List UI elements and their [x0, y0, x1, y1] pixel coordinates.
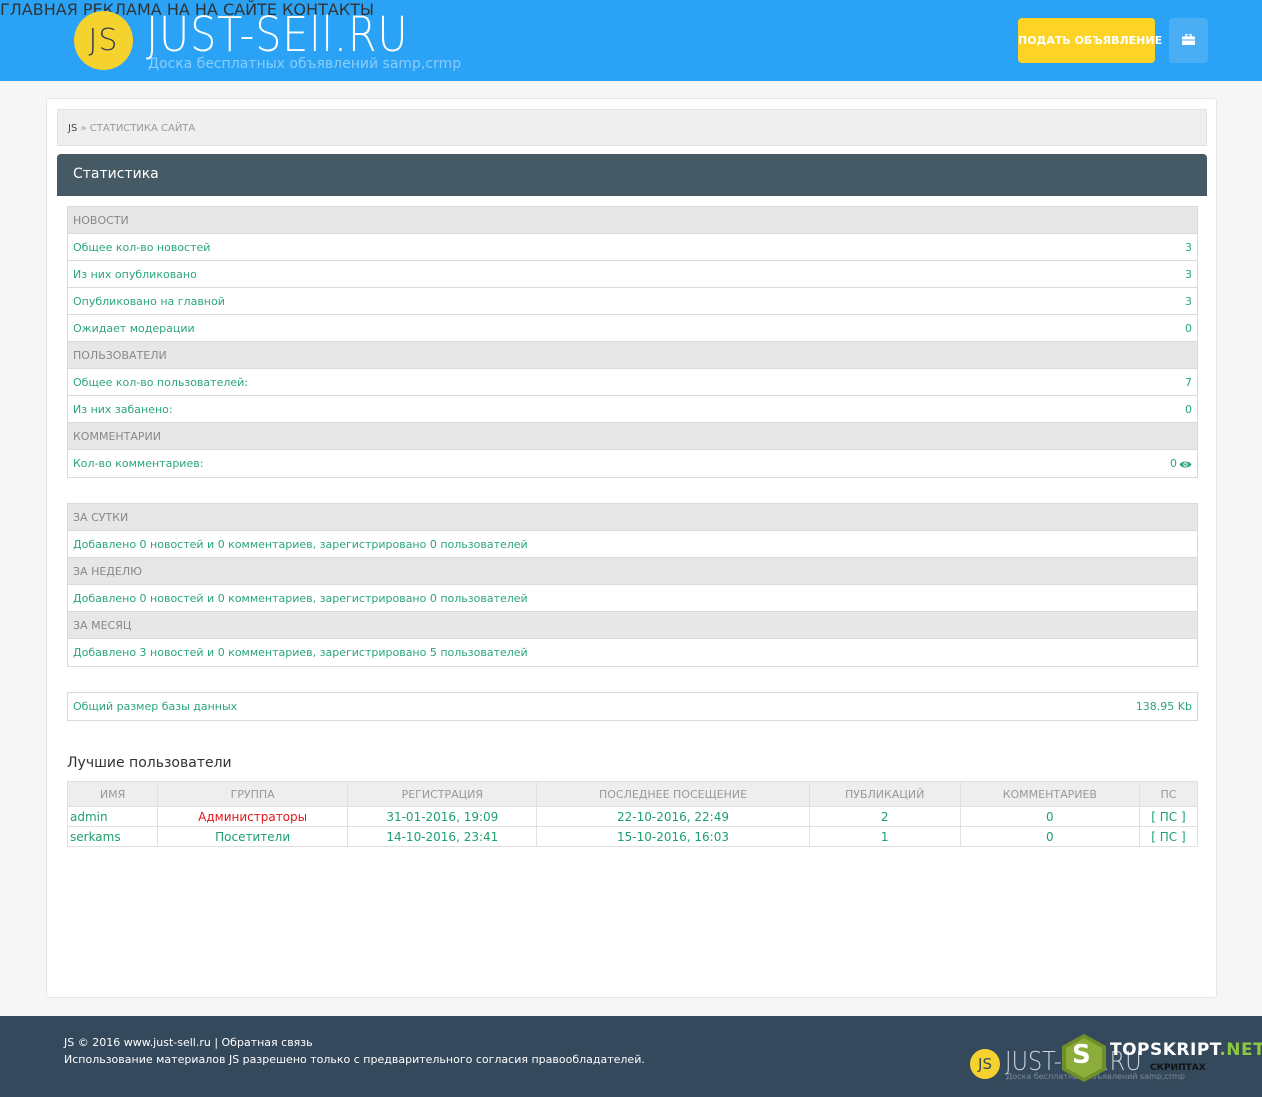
- user-posts: 2: [808, 806, 961, 827]
- stat-row: Общее кол-во пользователей: 7: [68, 369, 1197, 396]
- pm-link[interactable]: [ ПС ]: [1138, 826, 1199, 847]
- watermark-name-dot: .NET: [1219, 1040, 1262, 1060]
- best-users-table: ИМЯ ГРУППА РЕГИСТРАЦИЯ ПОСЛЕДНЕЕ ПОСЕЩЕН…: [66, 781, 1199, 847]
- user-posts: 1: [808, 826, 961, 847]
- site-logo[interactable]: JS JUST-SEll.RU Доска бесплатных объявле…: [74, 7, 461, 73]
- user-group: Администраторы: [157, 806, 349, 827]
- stat-label: Из них опубликовано: [73, 268, 197, 281]
- comments-header: КОММЕНТАРИИ: [68, 423, 1197, 450]
- watermark-name-main: TOPSKRIPT: [1110, 1040, 1220, 1060]
- stat-value: 0: [1185, 322, 1192, 335]
- week-header: ЗА НЕДЕЛЮ: [68, 558, 1197, 585]
- stat-label: Общее кол-во пользователей:: [73, 376, 248, 389]
- logo-mark: JS: [74, 11, 133, 70]
- stat-value: 0: [1170, 457, 1177, 470]
- stat-row: Из них опубликовано 3: [68, 261, 1197, 288]
- logo-subtitle: Доска бесплатных объявлений samp,crmp: [148, 56, 462, 72]
- pm-link[interactable]: [ ПС ]: [1138, 806, 1199, 827]
- footer-copyright: JS © 2016 www.just-sell.ru | Обратная св…: [64, 1036, 313, 1049]
- stat-label: Из них забанено:: [73, 403, 173, 416]
- user-name[interactable]: serkams: [66, 826, 159, 847]
- table-header-row: ИМЯ ГРУППА РЕГИСТРАЦИЯ ПОСЛЕДНЕЕ ПОСЕЩЕН…: [66, 781, 1199, 807]
- watermark-name: TOPSKRIPT.NET: [1110, 1040, 1262, 1060]
- table-row: admin Администраторы 31-01-2016, 19:09 2…: [66, 806, 1199, 827]
- stats-table: НОВОСТИ Общее кол-во новостей 3 Из них оп…: [67, 206, 1198, 478]
- stat-value: 3: [1185, 241, 1192, 254]
- watermark: S TOPSKRIPT.NET СКРИПТАХ: [1058, 1032, 1262, 1092]
- user-group: Посетители: [157, 826, 349, 847]
- watermark-letter: S: [1072, 1040, 1091, 1070]
- col-pm: ПС: [1138, 781, 1199, 807]
- db-size-value: 138.95 Kb: [1135, 700, 1192, 713]
- breadcrumb-current: СТАТИСТИКА САЙТА: [89, 123, 196, 134]
- day-header: ЗА СУТКИ: [68, 504, 1197, 531]
- month-summary: Добавлено 3 новостей и 0 комментариев, з…: [73, 646, 528, 659]
- news-header: НОВОСТИ: [68, 207, 1197, 234]
- col-posts: ПУБЛИКАЦИЙ: [808, 781, 961, 807]
- week-summary: Добавлено 0 новостей и 0 комментариев, з…: [68, 585, 1197, 612]
- user-registered: 14-10-2016, 23:41: [347, 826, 538, 847]
- briefcase-button[interactable]: [1169, 18, 1208, 63]
- stat-value: 3: [1185, 268, 1192, 281]
- post-ad-button[interactable]: ПОДАТЬ ОБЪЯВЛЕНИЕ: [1018, 18, 1162, 63]
- breadcrumb: JS » СТАТИСТИКА САЙТА: [57, 109, 1207, 146]
- user-comments: 0: [959, 806, 1140, 827]
- user-registered: 31-01-2016, 19:09: [347, 806, 538, 827]
- stat-value: 7: [1185, 376, 1192, 389]
- stat-row: Из них забанено: 0: [68, 396, 1197, 423]
- content-card: JS » СТАТИСТИКА САЙТА Статистика НОВОСТИ…: [46, 98, 1217, 998]
- col-registered: РЕГИСТРАЦИЯ: [347, 781, 538, 807]
- briefcase-icon: [1182, 34, 1195, 45]
- user-name[interactable]: admin: [66, 806, 159, 827]
- col-name: ИМЯ: [66, 781, 159, 807]
- stat-value: 0: [1185, 403, 1192, 416]
- db-size-row: Общий размер базы данных 138.95 Kb: [68, 693, 1197, 720]
- month-header: ЗА МЕСЯЦ: [68, 612, 1197, 639]
- period-table: ЗА СУТКИ Добавлено 0 новостей и 0 коммен…: [67, 503, 1198, 667]
- day-summary: Добавлено 0 новостей и 0 комментариев, з…: [68, 531, 1197, 558]
- stat-label: Общее кол-во новостей: [73, 241, 211, 254]
- stat-value-wrap: 0: [1170, 450, 1192, 477]
- page-title: Статистика: [57, 154, 1207, 196]
- users-header: ПОЛЬЗОВАТЕЛИ: [68, 342, 1197, 369]
- db-size-label: Общий размер базы данных: [73, 700, 238, 713]
- user-comments: 0: [959, 826, 1140, 847]
- user-last-visit: 22-10-2016, 22:49: [536, 806, 810, 827]
- nav-home[interactable]: ГЛАВНАЯ: [0, 0, 78, 19]
- site-header: JS JUST-SEll.RU Доска бесплатных объявле…: [0, 0, 1262, 81]
- watermark-sub: СКРИПТАХ: [1150, 1063, 1206, 1073]
- stat-row: Опубликовано на главной 3: [68, 288, 1197, 315]
- breadcrumb-home[interactable]: JS: [68, 123, 77, 134]
- breadcrumb-separator: »: [77, 123, 90, 134]
- footer-logo-mark: JS: [970, 1049, 1000, 1079]
- logo-title: JUST-SEll.RU: [146, 7, 409, 63]
- stat-label: Кол-во комментариев:: [73, 457, 204, 470]
- stat-label: Опубликовано на главной: [73, 295, 225, 308]
- col-last-visit: ПОСЛЕДНЕЕ ПОСЕЩЕНИЕ: [536, 781, 810, 807]
- site-footer: JS © 2016 www.just-sell.ru | Обратная св…: [0, 1016, 1262, 1097]
- stat-row: Кол-во комментариев: 0: [68, 450, 1197, 477]
- eye-icon[interactable]: [1179, 460, 1192, 469]
- stat-label: Ожидает модерации: [73, 322, 195, 335]
- col-comments: КОММЕНТАРИЕВ: [959, 781, 1140, 807]
- table-row: serkams Посетители 14-10-2016, 23:41 15-…: [66, 826, 1199, 847]
- stat-value: 3: [1185, 295, 1192, 308]
- stat-row: Ожидает модерации 0: [68, 315, 1197, 342]
- stat-row: Общее кол-во новостей 3: [68, 234, 1197, 261]
- user-last-visit: 15-10-2016, 16:03: [536, 826, 810, 847]
- footer-notice: Использование материалов JS разрешено то…: [64, 1053, 645, 1066]
- best-users-title: Лучшие пользователи: [67, 755, 232, 771]
- db-size-table: Общий размер базы данных 138.95 Kb: [67, 692, 1198, 721]
- col-group: ГРУППА: [157, 781, 349, 807]
